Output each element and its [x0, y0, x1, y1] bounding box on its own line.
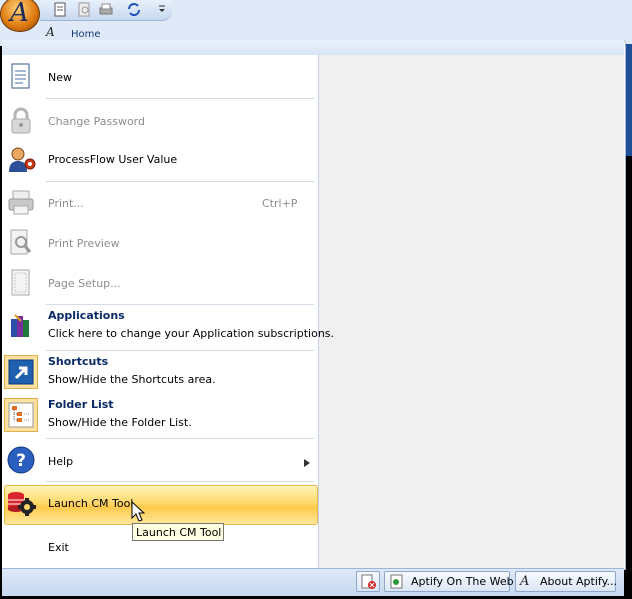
menu-item-label: Change Password — [48, 115, 145, 128]
menu-item-label: Page Setup... — [48, 277, 121, 290]
menu-separator — [46, 98, 314, 99]
tooltip: Launch CM Tool — [132, 523, 224, 541]
menu-separator — [46, 304, 314, 305]
menu-item-new[interactable]: New — [3, 61, 316, 93]
page-setup-icon — [6, 268, 36, 298]
applications-books-icon — [6, 311, 36, 341]
preview-icon[interactable] — [76, 2, 92, 17]
menu-item-title: Folder List — [48, 398, 114, 411]
menu-separator — [46, 481, 314, 482]
menu-item-change-password[interactable]: Change Password — [3, 104, 316, 138]
user-processflow-icon — [6, 145, 36, 175]
menu-item-shortcuts[interactable]: Shortcuts Show/Hide the Shortcuts area. — [3, 353, 316, 391]
aptify-logo-icon: A — [46, 25, 55, 39]
qat-dropdown-icon[interactable] — [158, 4, 166, 19]
folder-list-icon — [4, 398, 38, 432]
menu-item-title: Shortcuts — [48, 355, 109, 368]
aptify-logo-icon: A — [520, 574, 530, 589]
shortcut-label: Ctrl+P — [262, 197, 298, 210]
menu-item-description: Show/Hide the Folder List. — [48, 416, 192, 429]
menu-separator — [46, 350, 314, 351]
new-doc-icon[interactable] — [52, 2, 68, 17]
menu-item-label: Print Preview — [48, 237, 120, 250]
print-preview-icon — [6, 228, 36, 258]
printer-icon — [6, 188, 36, 218]
close-document-icon — [361, 574, 376, 589]
submenu-arrow-icon — [304, 457, 310, 470]
menu-item-print[interactable]: Print... Ctrl+P — [3, 187, 316, 221]
button-label: About Aptify... — [540, 575, 618, 588]
close-document-button[interactable] — [356, 571, 380, 592]
menu-item-label: Help — [48, 455, 74, 468]
menu-separator — [46, 438, 314, 439]
menu-item-help[interactable]: ? Help — [3, 444, 316, 478]
help-question-icon: ? — [6, 445, 36, 475]
menu-item-description: Show/Hide the Shortcuts area. — [48, 373, 216, 386]
menu-item-label: Launch CM Tool — [48, 497, 134, 510]
menu-item-launch-cm-tool[interactable]: Launch CM Tool — [3, 486, 316, 522]
cm-tool-gear-icon — [6, 488, 36, 518]
menu-item-applications[interactable]: Applications Click here to change your A… — [3, 308, 334, 346]
menu-item-page-setup[interactable]: Page Setup... — [3, 267, 316, 301]
menu-separator — [46, 181, 314, 182]
lock-icon — [6, 106, 36, 136]
new-document-icon — [6, 62, 36, 92]
menu-item-print-preview[interactable]: Print Preview — [3, 227, 316, 261]
menu-item-folder-list[interactable]: Folder List Show/Hide the Folder List. — [3, 396, 316, 434]
tab-home[interactable]: Home — [71, 29, 101, 40]
recent-items-pane — [319, 55, 624, 568]
menu-item-processflow-user-value[interactable]: ProcessFlow User Value — [3, 144, 316, 176]
menu-item-description: Click here to change your Application su… — [48, 327, 335, 340]
orb-logo: A — [10, 0, 29, 28]
web-page-icon — [389, 574, 404, 589]
quick-access-toolbar — [40, 0, 172, 21]
menu-item-label: Print... — [48, 197, 84, 210]
shortcut-arrow-icon — [4, 355, 38, 389]
print-icon[interactable] — [98, 2, 114, 17]
menu-item-title: Applications — [48, 309, 125, 322]
aptify-on-the-web-button[interactable]: Aptify On The Web — [384, 571, 514, 592]
menu-item-label: ProcessFlow User Value — [48, 153, 178, 166]
button-label: Aptify On The Web — [411, 575, 514, 588]
refresh-icon[interactable] — [126, 2, 142, 17]
about-aptify-button[interactable]: A About Aptify... — [515, 571, 618, 592]
menu-item-label: New — [48, 71, 72, 84]
svg-text:?: ? — [16, 451, 26, 471]
menu-item-label: Exit — [48, 541, 69, 554]
